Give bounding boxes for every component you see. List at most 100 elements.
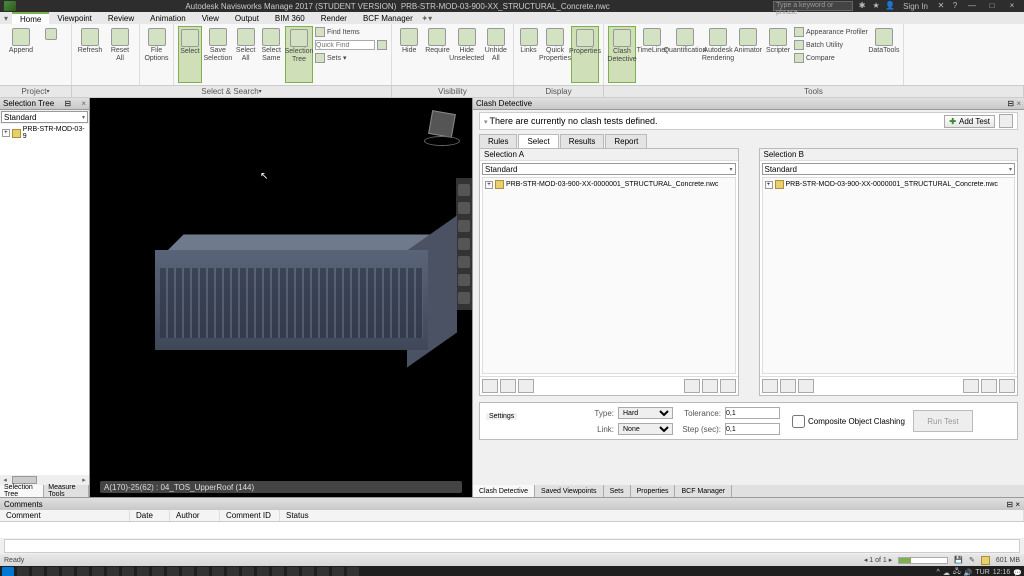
col-comment[interactable]: Comment — [0, 510, 130, 521]
tab-home[interactable]: Home — [12, 12, 49, 24]
appearance-profiler-button[interactable]: Appearance Profiler — [794, 26, 868, 38]
tray-lang[interactable]: TUR — [975, 569, 989, 576]
tolerance-input[interactable] — [725, 407, 780, 419]
app-icon-6[interactable] — [212, 567, 224, 576]
autocad-icon[interactable] — [152, 567, 164, 576]
properties-button[interactable]: Properties — [571, 26, 599, 83]
view-cube[interactable] — [422, 108, 462, 148]
append-button[interactable]: Append — [4, 26, 38, 83]
tab-animation[interactable]: Animation — [142, 12, 194, 24]
subtab-rules[interactable]: Rules — [479, 134, 517, 148]
expand-icon[interactable]: + — [2, 129, 10, 137]
quantification-button[interactable]: Quantification — [668, 26, 702, 83]
selection-tree-button[interactable]: Selection Tree — [285, 26, 313, 83]
autodesk-rendering-button[interactable]: Autodesk Rendering — [704, 26, 732, 83]
test-settings-icon[interactable] — [999, 114, 1013, 128]
step-input[interactable] — [725, 423, 780, 435]
col-date[interactable]: Date — [130, 510, 170, 521]
btab-bcf[interactable]: BCF Manager — [675, 485, 732, 497]
timeliner-button[interactable]: TimeLiner — [638, 26, 666, 83]
scripter-button[interactable]: Scripter — [764, 26, 792, 83]
panel-pin-icon[interactable]: ⊟ — [64, 99, 71, 108]
tray-clock[interactable]: 12:16 — [993, 569, 1011, 576]
tab-output[interactable]: Output — [227, 12, 267, 24]
look-icon[interactable] — [458, 256, 470, 268]
select-button[interactable]: Select — [178, 26, 202, 83]
tab-bcf[interactable]: BCF Manager — [355, 12, 421, 24]
ribbon-collapse-icon[interactable]: ✦▾ — [421, 14, 433, 23]
hide-button[interactable]: Hide — [396, 26, 422, 83]
sel-a-tree[interactable]: +PRB-STR-MOD-03-900-XX-0000001_STRUCTURA… — [482, 177, 736, 374]
selection-tree[interactable]: + PRB-STR-MOD-03-9 — [0, 124, 89, 475]
3d-viewport[interactable]: ↖ A(170)-25(62) : 04_TOS_UpperRoof (144) — [90, 98, 472, 497]
tab-selection-tree[interactable]: Selection Tree — [0, 485, 44, 497]
navisworks-icon[interactable] — [347, 567, 359, 576]
clash-close-icon[interactable]: × — [1016, 99, 1021, 108]
quick-find-go-icon[interactable] — [377, 40, 387, 50]
group-select-search[interactable]: Select & Search — [72, 86, 392, 97]
infocenter-icon[interactable]: ✱ — [857, 1, 867, 11]
btab-sets[interactable]: Sets — [604, 485, 631, 497]
sel-b-btn-1[interactable] — [762, 379, 778, 393]
reset-all-button[interactable]: Reset All — [106, 26, 134, 83]
sel-a-btn-5[interactable] — [702, 379, 718, 393]
sel-b-mode-dropdown[interactable]: Standard — [762, 163, 1016, 175]
require-button[interactable]: Require — [424, 26, 450, 83]
app-icon-14[interactable] — [332, 567, 344, 576]
app-icon-9[interactable] — [257, 567, 269, 576]
tab-viewpoint[interactable]: Viewpoint — [49, 12, 100, 24]
cortana-icon[interactable] — [47, 567, 59, 576]
subtab-select[interactable]: Select — [518, 134, 558, 148]
chrome-icon[interactable] — [92, 567, 104, 576]
find-items-button[interactable]: Find Items — [315, 26, 387, 38]
app-icon-10[interactable] — [272, 567, 284, 576]
refresh-button-2[interactable]: Refresh — [76, 26, 104, 83]
minimize-button[interactable]: — — [964, 1, 980, 11]
sel-a-btn-1[interactable] — [482, 379, 498, 393]
app-icon-3[interactable] — [167, 567, 179, 576]
app-icon-12[interactable] — [302, 567, 314, 576]
unhide-all-button[interactable]: Unhide All — [483, 26, 509, 83]
datatools-button[interactable]: DataTools — [870, 26, 898, 83]
link-select[interactable]: None — [618, 423, 673, 435]
tray-cloud-icon[interactable]: ☁ — [943, 569, 950, 576]
select-tool-icon[interactable] — [458, 292, 470, 304]
sign-in-link[interactable]: Sign In — [899, 2, 932, 11]
pan-icon[interactable] — [458, 202, 470, 214]
edge-icon[interactable] — [62, 567, 74, 576]
clash-pin-icon[interactable]: ⊟ — [1007, 99, 1014, 108]
wheel-icon[interactable] — [458, 184, 470, 196]
clash-detective-button[interactable]: Clash Detective — [608, 26, 636, 83]
btab-properties[interactable]: Properties — [631, 485, 676, 497]
add-test-button[interactable]: ✚Add Test — [944, 115, 995, 128]
type-select[interactable]: Hard — [618, 407, 673, 419]
app-icon-11[interactable] — [287, 567, 299, 576]
group-project[interactable]: Project — [0, 86, 72, 97]
quick-properties-button[interactable]: Quick Properties — [541, 26, 569, 83]
app-icon-8[interactable] — [242, 567, 254, 576]
star-icon[interactable]: ★ — [871, 1, 881, 11]
col-status[interactable]: Status — [280, 510, 1024, 521]
app-icon-4[interactable] — [182, 567, 194, 576]
sel-a-mode-dropdown[interactable]: Standard — [482, 163, 736, 175]
comments-close-icon[interactable]: × — [1015, 500, 1020, 509]
app-icon-2[interactable] — [137, 567, 149, 576]
sel-a-btn-3[interactable] — [518, 379, 534, 393]
file-options-button[interactable]: File Options — [144, 26, 169, 83]
start-button[interactable] — [2, 567, 14, 576]
quick-find-input[interactable] — [315, 40, 375, 50]
comments-list[interactable] — [0, 522, 1024, 538]
col-author[interactable]: Author — [170, 510, 220, 521]
composite-checkbox[interactable] — [792, 415, 805, 428]
tray-network-icon[interactable]: 🖧 — [953, 567, 961, 576]
user-icon[interactable]: 👤 — [885, 1, 895, 11]
compare-button[interactable]: Compare — [794, 52, 868, 64]
close-button[interactable]: × — [1004, 1, 1020, 11]
batch-utility-button[interactable]: Batch Utility — [794, 39, 868, 51]
3d-model[interactable] — [140, 218, 440, 378]
select-all-button[interactable]: Select All — [234, 26, 258, 83]
hide-unselected-button[interactable]: Hide Unselected — [453, 26, 481, 83]
sel-b-btn-3[interactable] — [798, 379, 814, 393]
app-icon-13[interactable] — [317, 567, 329, 576]
search-icon[interactable] — [17, 567, 29, 576]
